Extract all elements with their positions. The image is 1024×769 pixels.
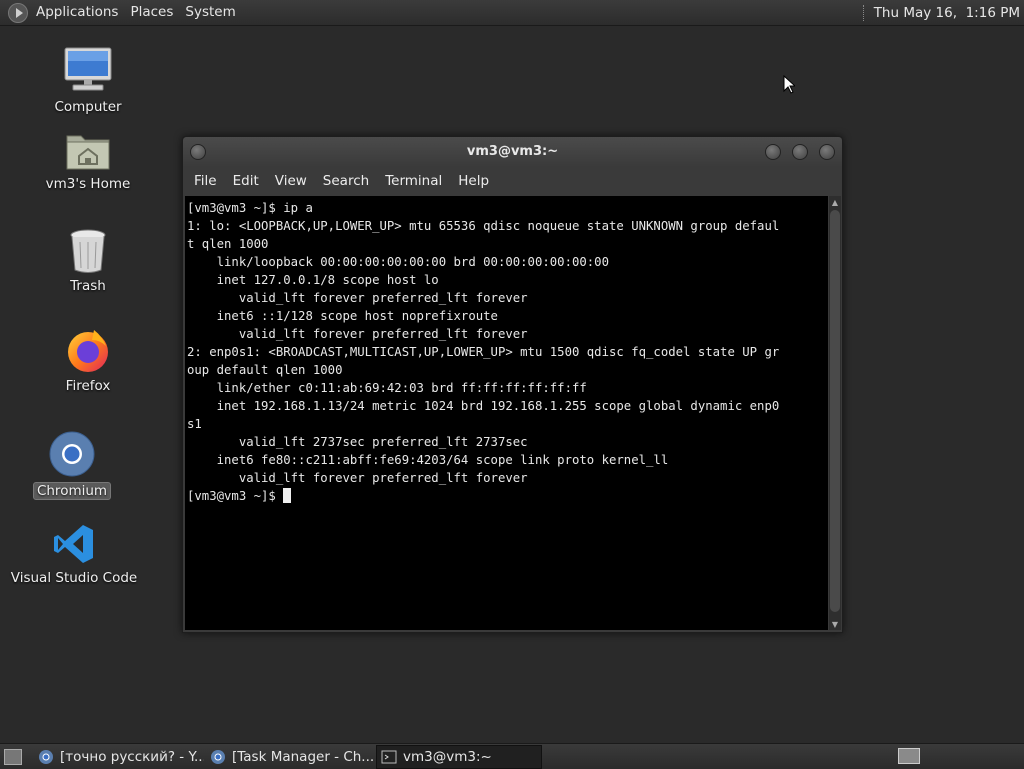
- menu-search[interactable]: Search: [316, 173, 376, 189]
- distro-logo-icon[interactable]: [8, 2, 28, 23]
- close-button[interactable]: [819, 144, 835, 160]
- terminal-text: [vm3@vm3 ~]$ ip a 1: lo: <LOOPBACK,UP,LO…: [185, 196, 828, 505]
- desktop-icon-label: Trash: [70, 278, 106, 294]
- menu-help[interactable]: Help: [451, 173, 496, 189]
- workspace-switcher[interactable]: [898, 748, 920, 764]
- terminal-titlebar[interactable]: vm3@vm3:~: [183, 137, 842, 167]
- desktop-icon-label: Computer: [54, 99, 122, 115]
- maximize-button[interactable]: [792, 144, 808, 160]
- menu-places[interactable]: Places: [124, 0, 179, 25]
- vscode-icon: [54, 525, 93, 563]
- firefox-icon: [68, 330, 108, 372]
- menu-view[interactable]: View: [268, 173, 314, 189]
- desktop-icon-home[interactable]: vm3's Home: [40, 128, 136, 192]
- taskbar-item-label: vm3@vm3:~: [403, 748, 492, 765]
- taskbar: [точно русский? - Y... [Task Manager - C…: [0, 743, 1024, 769]
- terminal-menubar: File Edit View Search Terminal Help: [183, 167, 842, 195]
- desktop-icon-label: Chromium: [32, 482, 112, 500]
- desktop-icon-trash[interactable]: Trash: [52, 228, 124, 294]
- taskbar-item-chromium-1[interactable]: [точно русский? - Y...: [34, 746, 204, 768]
- terminal-output: [vm3@vm3 ~]$ ip a 1: lo: <LOOPBACK,UP,LO…: [187, 201, 780, 485]
- terminal-window: vm3@vm3:~ File Edit View Search Terminal…: [182, 136, 843, 633]
- taskbar-item-terminal[interactable]: vm3@vm3:~: [376, 744, 542, 769]
- desktop-icon-label: vm3's Home: [45, 176, 131, 192]
- computer-icon: [64, 47, 112, 91]
- panel-grip-icon: [862, 4, 866, 21]
- terminal-prompt: [vm3@vm3 ~]$: [187, 489, 284, 503]
- menu-system[interactable]: System: [179, 0, 241, 25]
- chromium-icon: [39, 749, 53, 764]
- desktop-icon-chromium[interactable]: Chromium: [32, 430, 112, 500]
- chromium-icon: [211, 749, 225, 764]
- trash-icon: [70, 229, 106, 273]
- home-folder-icon: [66, 135, 110, 170]
- menu-edit[interactable]: Edit: [226, 173, 266, 189]
- menu-file[interactable]: File: [187, 173, 224, 189]
- desktop-icon-computer[interactable]: Computer: [52, 45, 124, 115]
- chromium-icon: [49, 431, 95, 477]
- show-desktop-icon[interactable]: [4, 748, 22, 765]
- terminal-icon: [381, 750, 397, 763]
- menu-applications[interactable]: Applications: [30, 0, 124, 25]
- desktop-icon-firefox[interactable]: Firefox: [52, 326, 124, 394]
- taskbar-item-chromium-2[interactable]: [Task Manager - Ch...: [206, 746, 374, 768]
- clock[interactable]: Thu May 16, 1:16 PM: [874, 5, 1020, 21]
- mouse-pointer-icon: [783, 75, 795, 94]
- desktop-icon-vscode[interactable]: Visual Studio Code: [11, 522, 137, 586]
- clock-area: Thu May 16, 1:16 PM: [862, 0, 1020, 25]
- taskbar-item-label: [Task Manager - Ch...: [232, 748, 374, 765]
- taskbar-item-label: [точно русский? - Y...: [60, 748, 204, 765]
- top-panel: Applications Places System Thu May 16, 1…: [0, 0, 1024, 26]
- scrollbar-thumb[interactable]: [830, 210, 840, 612]
- window-title: vm3@vm3:~: [466, 144, 559, 159]
- scroll-up-icon[interactable]: ▲: [829, 196, 841, 208]
- scroll-down-icon[interactable]: ▼: [829, 618, 841, 630]
- menu-terminal[interactable]: Terminal: [378, 173, 449, 189]
- vertical-scrollbar[interactable]: ▲ ▼: [829, 196, 841, 630]
- terminal-cursor: [283, 488, 292, 503]
- desktop-icon-label: Visual Studio Code: [10, 570, 138, 586]
- terminal-output-area[interactable]: [vm3@vm3 ~]$ ip a 1: lo: <LOOPBACK,UP,LO…: [185, 196, 828, 630]
- minimize-button[interactable]: [765, 144, 781, 160]
- desktop-icon-label: Firefox: [65, 378, 111, 394]
